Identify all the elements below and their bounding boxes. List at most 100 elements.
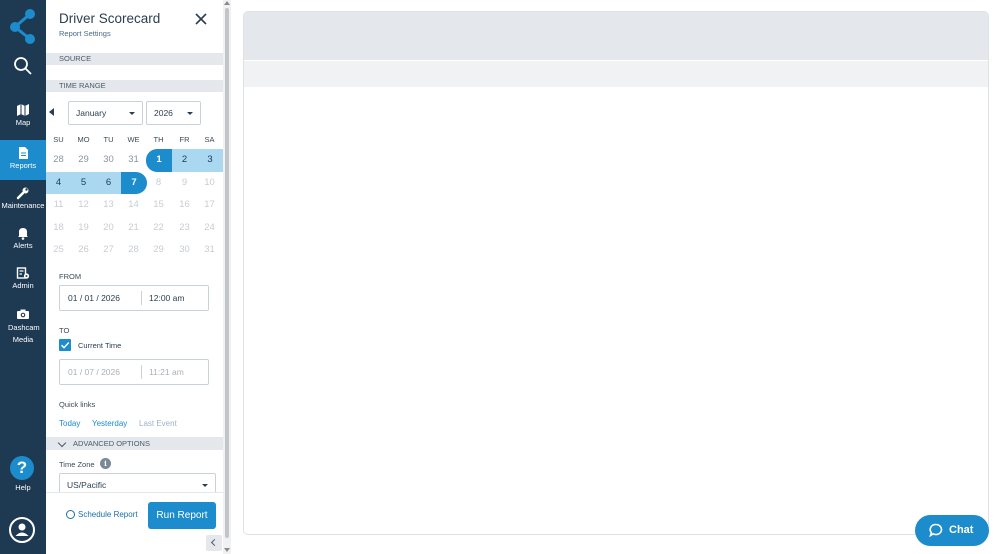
calendar-day-range-end[interactable]: 7 bbox=[121, 171, 147, 194]
advanced-options-label: ADVANCED OPTIONS bbox=[73, 439, 150, 448]
info-icon[interactable]: i bbox=[100, 458, 111, 469]
calendar-day[interactable]: 30 bbox=[96, 149, 121, 172]
scrollbar-thumb[interactable] bbox=[225, 8, 229, 538]
calendar-day[interactable]: 29 bbox=[71, 149, 96, 172]
calendar-day: 27 bbox=[103, 244, 114, 255]
nav-item-map[interactable]: Map bbox=[0, 103, 46, 143]
from-date-input[interactable]: 01 / 01 / 2026 bbox=[68, 286, 120, 310]
calendar-day: 13 bbox=[103, 199, 114, 210]
reports-icon bbox=[19, 147, 28, 159]
year-select-value: 2026 bbox=[154, 108, 173, 118]
calendar-day: 31 bbox=[204, 244, 215, 255]
map-icon bbox=[17, 104, 29, 116]
calendar-day: 14 bbox=[128, 199, 139, 210]
nav-item-alerts[interactable]: Alerts bbox=[0, 226, 46, 266]
report-header-placeholder bbox=[244, 12, 988, 60]
to-datetime-field: 01 / 07 / 2026 11:21 am bbox=[59, 359, 209, 385]
scroll-down-icon[interactable] bbox=[224, 548, 230, 552]
nav-item-label: Maintenance bbox=[1, 201, 45, 210]
calendar-week: 4 5 6 7 8 9 10 bbox=[46, 171, 223, 194]
calendar-day: 16 bbox=[179, 199, 190, 210]
calendar-day: 30 bbox=[179, 244, 190, 255]
share-logo-icon[interactable] bbox=[8, 8, 38, 44]
calendar-day: 24 bbox=[204, 221, 215, 233]
month-select-value: January bbox=[76, 108, 107, 118]
nav-item-label: Alerts bbox=[13, 241, 33, 250]
calendar-day[interactable]: 4 bbox=[46, 171, 71, 194]
calendar-day: 18 bbox=[53, 221, 64, 233]
from-datetime-field[interactable]: 01 / 01 / 2026 12:00 am bbox=[59, 285, 209, 311]
nav-item-maintenance[interactable]: Maintenance bbox=[0, 186, 46, 226]
field-divider bbox=[141, 291, 142, 305]
nav-item-label: Admin bbox=[12, 281, 34, 290]
field-divider bbox=[141, 365, 142, 379]
caret-down-icon bbox=[187, 112, 193, 115]
calendar-day: 10 bbox=[204, 176, 215, 188]
report-subheader-placeholder bbox=[244, 61, 988, 87]
collapse-panel-button[interactable] bbox=[206, 535, 222, 551]
user-account-button[interactable] bbox=[9, 517, 35, 543]
to-time-input: 11:21 am bbox=[149, 367, 184, 377]
to-date-input: 01 / 07 / 2026 bbox=[68, 367, 120, 377]
caret-down-icon bbox=[202, 484, 208, 487]
quick-links-label: Quick links bbox=[59, 400, 96, 409]
calendar-day-range-start[interactable]: 1 bbox=[146, 149, 172, 172]
calendar-week: 11 12 13 14 15 16 17 bbox=[46, 194, 223, 217]
run-report-button[interactable]: Run Report bbox=[148, 502, 216, 529]
nav-item-admin[interactable]: Admin bbox=[0, 266, 46, 306]
chat-label: Chat bbox=[949, 524, 974, 536]
calendar-day: 22 bbox=[153, 221, 164, 233]
prev-month-icon[interactable] bbox=[49, 108, 54, 116]
section-time-range: TIME RANGE bbox=[46, 80, 223, 92]
weekday-label: TU bbox=[103, 135, 114, 144]
weekday-label: SU bbox=[53, 135, 64, 144]
weekday-label: MO bbox=[77, 135, 90, 144]
panel-footer: Schedule Report Run Report bbox=[46, 492, 223, 554]
user-icon bbox=[15, 523, 29, 536]
nav-rail: Map Reports Maintenance Alerts Admin Das… bbox=[0, 0, 46, 554]
current-time-checkbox[interactable] bbox=[59, 339, 71, 351]
quick-link-last-event: Last Event bbox=[139, 419, 177, 428]
current-time-label[interactable]: Current Time bbox=[78, 341, 121, 350]
calendar-day[interactable]: 31 bbox=[121, 149, 146, 172]
nav-item-label: Dashcam Media bbox=[8, 323, 40, 344]
weekday-label: WE bbox=[127, 135, 140, 144]
scroll-up-icon[interactable] bbox=[224, 1, 230, 5]
year-select[interactable]: 2026 bbox=[146, 101, 201, 125]
chevron-down-icon bbox=[57, 438, 67, 448]
admin-icon bbox=[16, 267, 30, 279]
search-icon[interactable] bbox=[13, 56, 33, 76]
calendar-day[interactable]: 3 bbox=[197, 149, 223, 172]
calendar-day[interactable]: 6 bbox=[96, 171, 121, 194]
section-source[interactable]: SOURCE bbox=[46, 53, 223, 65]
nav-item-label: Map bbox=[15, 118, 31, 127]
quick-link-today[interactable]: Today bbox=[59, 419, 80, 428]
clock-icon bbox=[66, 510, 75, 519]
schedule-report-link[interactable]: Schedule Report bbox=[78, 510, 138, 519]
nav-item-reports[interactable]: Reports bbox=[0, 140, 46, 180]
quick-link-yesterday[interactable]: Yesterday bbox=[92, 419, 127, 428]
calendar-day[interactable]: 28 bbox=[46, 149, 71, 172]
from-label: FROM bbox=[59, 272, 82, 281]
calendar-day: 28 bbox=[128, 244, 139, 255]
calendar-day: 12 bbox=[78, 199, 89, 210]
close-icon[interactable] bbox=[194, 12, 208, 26]
advanced-options-toggle[interactable]: ADVANCED OPTIONS bbox=[46, 437, 223, 450]
calendar-day: 8 bbox=[155, 176, 162, 188]
caret-down-icon bbox=[129, 112, 135, 115]
calendar-day[interactable]: 2 bbox=[172, 149, 197, 172]
report-settings-panel: Driver Scorecard Report Settings SOURCE … bbox=[46, 0, 223, 554]
calendar-week: 28 29 30 31 1 2 3 bbox=[46, 149, 223, 172]
panel-title: Driver Scorecard bbox=[59, 11, 161, 26]
calendar-day: 26 bbox=[78, 244, 89, 255]
calendar-day: 15 bbox=[153, 199, 164, 210]
nav-item-label: Reports bbox=[9, 161, 37, 170]
nav-item-dashcam-media[interactable]: Dashcam Media bbox=[0, 307, 46, 351]
chat-button[interactable]: Chat bbox=[915, 515, 989, 546]
from-time-input[interactable]: 12:00 am bbox=[149, 286, 184, 310]
help-button[interactable]: ? bbox=[10, 456, 34, 480]
bell-icon bbox=[18, 228, 28, 240]
month-select[interactable]: January bbox=[68, 101, 143, 125]
calendar-day[interactable]: 5 bbox=[71, 171, 96, 194]
camera-icon bbox=[17, 309, 29, 319]
